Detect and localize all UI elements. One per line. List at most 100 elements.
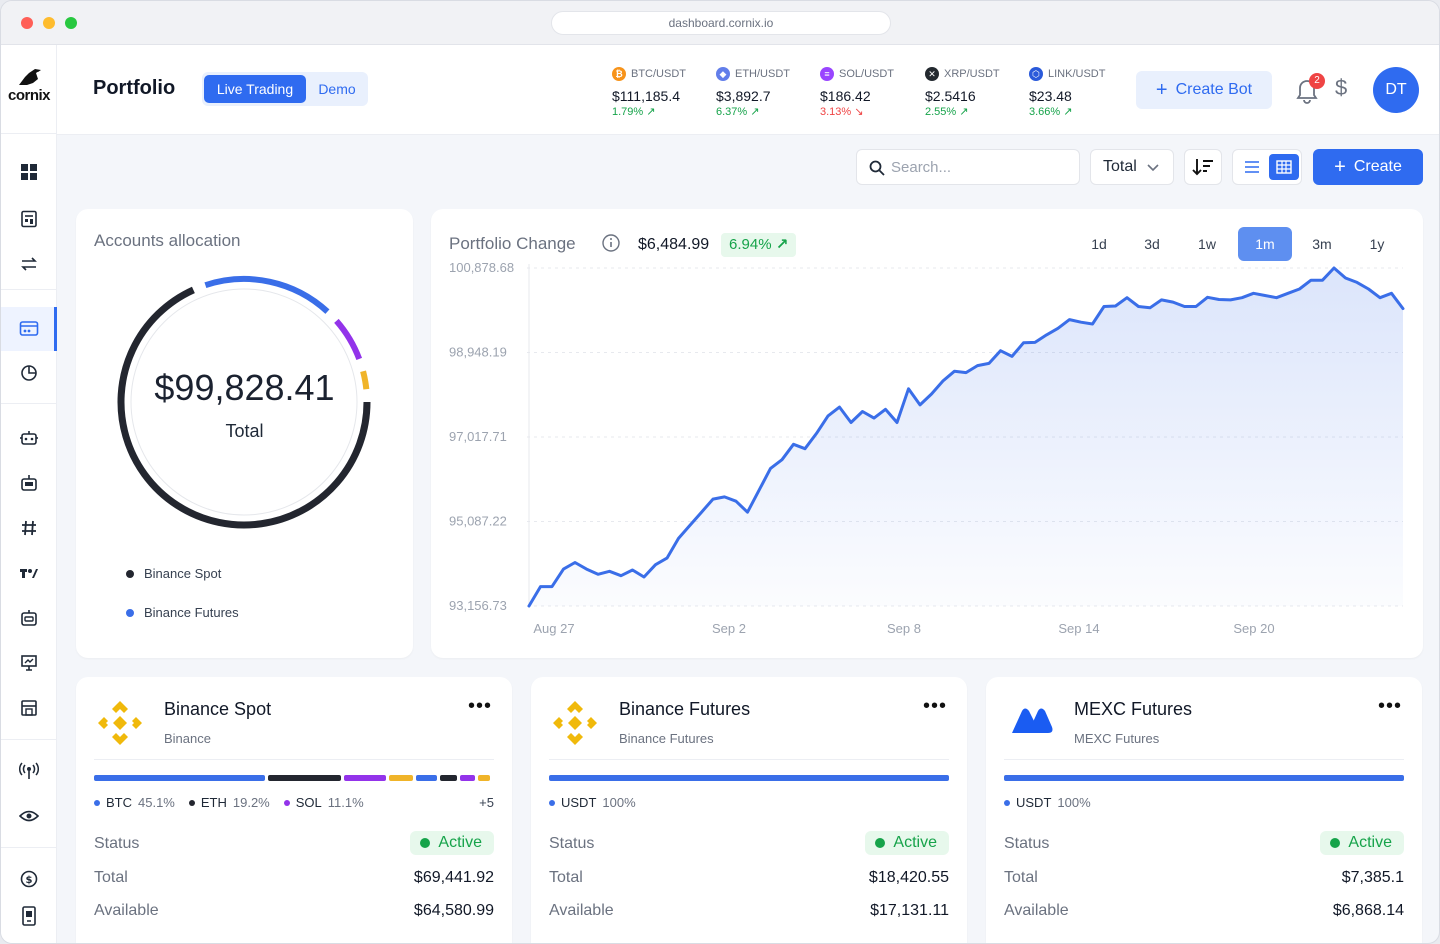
sort-button[interactable] [1184,149,1222,185]
sidebar-item-presentation[interactable] [15,649,43,677]
account-exchange: MEXC Futures [1074,731,1160,746]
total-value: $7,385.1 [1341,869,1404,886]
ticker-change-pct: 2.55% [925,106,957,118]
address-bar[interactable]: dashboard.cornix.io [551,11,891,35]
total-row: Total $69,441.92 [94,869,494,887]
demo-tab[interactable]: Demo [312,75,362,103]
asset-pct: 45.1% [138,795,175,810]
account-name: MEXC Futures [1074,699,1193,719]
total-select[interactable]: Total [1090,149,1174,185]
card-divider [94,759,494,760]
live-trading-tab[interactable]: Live Trading [204,75,306,103]
x-tick-label: Aug 27 [533,621,574,636]
sidebar-item-portfolio[interactable] [15,314,43,342]
browser-titlebar: dashboard.cornix.io [1,1,1439,45]
legend-label: Binance Futures [144,605,239,620]
more-options-icon[interactable]: ••• [1378,695,1402,718]
swap-arrows-icon [21,257,37,271]
sidebar-item-dca-bots[interactable] [15,469,43,497]
ticker-pair-row: ≡ SOL/USDT [820,67,920,81]
top-header: Portfolio Live Trading Demo ₿ BTC/USDT $11… [57,45,1439,135]
more-options-icon[interactable]: ••• [923,695,947,718]
account-card-binance-spot[interactable]: Binance Spot Binance ••• BTC 45.1% ETH 19.2% SO… [76,677,512,943]
sidebar-item-transfers[interactable] [15,250,43,278]
ticker-btc[interactable]: ₿ BTC/USDT $111,185.4 1.79% ↗ [612,67,712,118]
allocation-bar-segment [94,775,265,781]
ticker-change: 1.79% ↗ [612,105,712,118]
sidebar-item-mobile-app[interactable] [15,902,43,930]
account-exchange: Binance Futures [619,731,714,746]
logo-text: cornix [7,87,51,104]
sidebar-item-billing[interactable]: $ [15,865,43,893]
user-avatar[interactable]: DT [1373,67,1419,113]
search-input[interactable]: Search... [856,149,1080,185]
available-row: Available $6,868.14 [1004,902,1404,920]
sidebar-item-watchlist[interactable] [15,802,43,830]
legend-binance-futures[interactable]: Binance Futures [126,605,239,620]
maximize-window-button[interactable] [65,17,77,29]
minimize-window-button[interactable] [43,17,55,29]
cornix-logo[interactable]: cornix [5,65,53,105]
ticker-pair-row: ₿ BTC/USDT [612,67,712,81]
account-card-mexc-futures[interactable]: MEXC Futures MEXC Futures ••• USDT 100% Statu… [986,677,1422,943]
ticker-eth[interactable]: ◆ ETH/USDT $3,892.7 6.37% ↗ [716,67,816,118]
status-value: Active [893,834,937,851]
sidebar: cornix $ [1,45,57,943]
trading-mode-toggle: Live Trading Demo [202,72,368,106]
ticker-pair-row: ⬡ LINK/USDT [1029,67,1129,81]
sidebar-item-tradingview[interactable] [15,559,43,587]
asset-dot [549,799,555,806]
create-button[interactable]: + Create [1313,149,1423,185]
sidebar-item-calculator[interactable] [15,205,43,233]
sidebar-item-grid-bots[interactable] [15,514,43,542]
legend-dot [126,608,134,617]
ticker-link[interactable]: ⬡ LINK/USDT $23.48 3.66% ↗ [1029,67,1129,118]
create-bot-button[interactable]: + Create Bot [1136,71,1272,109]
total-select-value: Total [1103,158,1137,175]
ticker-xrp[interactable]: ✕ XRP/USDT $2.5416 2.55% ↗ [925,67,1025,118]
bot-signal-icon [21,610,37,626]
list-view-button[interactable] [1239,155,1265,179]
asset-label: ETH [200,795,227,810]
ticker-sol[interactable]: ≡ SOL/USDT $186.42 3.13% ↘ [820,67,920,118]
tradingview-icon [20,569,38,578]
legend-binance-spot[interactable]: Binance Spot [126,566,221,581]
grid-view-button[interactable] [1269,154,1299,180]
wallet-icon [19,321,39,336]
ticker-price: $111,185.4 [612,88,680,104]
dashboard-grid-icon [21,164,37,180]
status-row: Status Active [94,831,494,855]
chevron-down-icon [1147,164,1159,172]
bot-box-icon [21,475,37,491]
asset-usdt: USDT 100% [1004,795,1091,810]
y-tick-label: 95,087.22 [449,514,507,529]
asset-allocation-bar [94,775,494,781]
status-row: Status Active [1004,831,1404,855]
more-assets-count[interactable]: +5 [479,795,494,810]
sidebar-item-analytics[interactable] [15,359,43,387]
close-window-button[interactable] [21,17,33,29]
sidebar-item-bots[interactable] [15,424,43,452]
asset-allocation-bar [1004,775,1404,781]
x-tick-label: Sep 14 [1058,621,1099,636]
y-tick-label: 93,156.73 [449,598,507,613]
accounts-allocation-card: Accounts allocation $99,828.41 Total Bin… [76,209,413,658]
ticker-change-pct: 3.66% [1029,106,1061,118]
sidebar-item-marketplace[interactable] [15,694,43,722]
page-title: Portfolio [93,77,176,99]
portfolio-change-chart: 100,878.68 98,948.19 97,017.71 95,087.22 93,… [449,260,1405,636]
account-card-binance-futures[interactable]: Binance Futures Binance Futures ••• USDT 100… [531,677,967,943]
sidebar-item-dashboard[interactable] [15,158,43,186]
sort-descending-icon [1192,159,1213,176]
dollar-icon[interactable]: $ [1335,75,1347,101]
app-window: dashboard.cornix.io cornix $ Portfolio L… [0,0,1440,944]
calculator-icon [21,210,37,228]
more-options-icon[interactable]: ••• [468,695,492,718]
sidebar-item-signals[interactable] [15,757,43,785]
mexc-logo-icon [1012,708,1053,733]
sidebar-divider [1,739,57,740]
list-icon [1245,161,1259,173]
allocation-title: Accounts allocation [94,231,241,250]
ticker-change: 2.55% ↗ [925,105,1025,118]
sidebar-item-signal-bots[interactable] [15,604,43,632]
